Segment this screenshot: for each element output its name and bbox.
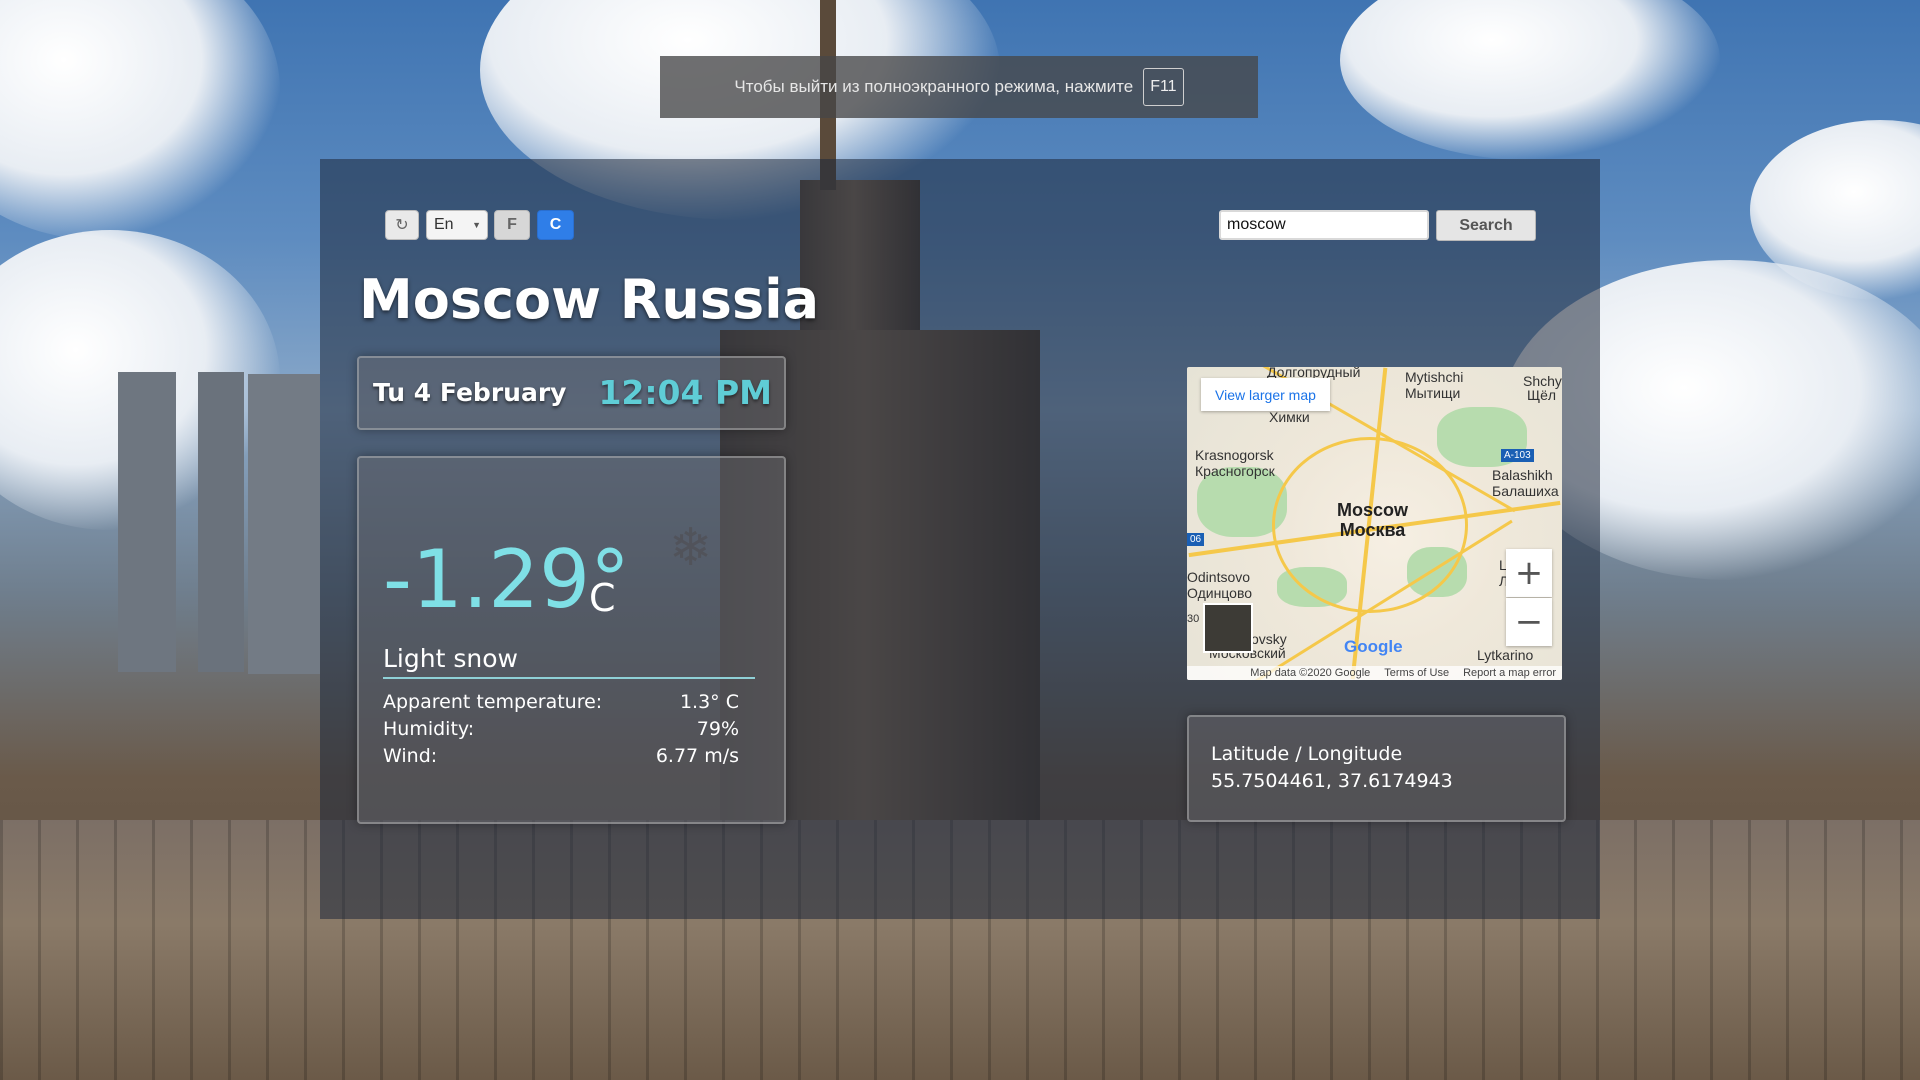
date-time-card: Tu 4 February 12:04 PM [357, 356, 786, 430]
map-label: Одинцово [1187, 585, 1253, 601]
map-data-credit: Map data ©2020 Google [1250, 667, 1371, 679]
detail-row-wind: Wind: 6.77 m/s [383, 745, 739, 767]
map-label: Balashikh [1492, 467, 1553, 483]
map-route-badge: 06 [1187, 533, 1205, 546]
temperature-unit: C [589, 576, 616, 620]
highrise [248, 374, 320, 674]
language-value: En [434, 216, 454, 233]
map-city-ru: Москва [1339, 520, 1406, 540]
map-city-en: Moscow [1337, 500, 1409, 520]
map-city-label: Moscow Москва [1337, 500, 1408, 540]
map-label: Химки [1269, 409, 1310, 425]
coordinates-card: Latitude / Longitude 55.7504461, 37.6174… [1187, 715, 1566, 822]
fullscreen-exit-banner: Чтобы выйти из полноэкранного режима, на… [660, 56, 1258, 118]
search-button[interactable]: Search [1436, 210, 1536, 241]
search-input[interactable] [1219, 210, 1429, 240]
highrise [198, 372, 244, 672]
map-label: Odintsovo [1187, 569, 1251, 585]
map-label: Mytishchi [1405, 369, 1464, 385]
report-error-link[interactable]: Report a map error [1463, 667, 1556, 679]
detail-label: Apparent temperature: [383, 691, 603, 713]
fahrenheit-button[interactable]: F [494, 210, 530, 240]
cloud [1340, 0, 1720, 160]
detail-row-humidity: Humidity: 79% [383, 718, 739, 740]
map-label: Щёл [1527, 387, 1557, 403]
refresh-button[interactable]: ↻ [385, 210, 419, 240]
terms-link[interactable]: Terms of Use [1384, 667, 1449, 679]
current-time: 12:04 PM [598, 373, 772, 412]
highrise [118, 372, 176, 672]
zoom-out-button[interactable]: − [1506, 598, 1552, 646]
fullscreen-banner-text: Чтобы выйти из полноэкранного режима, на… [734, 77, 1134, 96]
snowflake-icon: ❄ [669, 518, 713, 578]
plus-icon: + [1514, 553, 1544, 593]
weather-condition: Light snow [383, 644, 755, 679]
map-label: 30 [1187, 613, 1200, 625]
map-route-badge: A-103 [1501, 449, 1534, 462]
detail-value: 6.77 m/s [655, 745, 739, 767]
detail-value: 79% [696, 718, 739, 740]
language-select[interactable]: En ▼ [426, 210, 488, 240]
cloud [0, 0, 280, 240]
coordinates-label: Latitude / Longitude [1211, 743, 1403, 765]
refresh-icon: ↻ [395, 217, 409, 234]
current-date: Tu 4 February [373, 378, 567, 407]
view-larger-map-link[interactable]: View larger map [1201, 378, 1330, 411]
coordinates-value: 55.7504461, 37.6174943 [1211, 770, 1453, 792]
detail-label: Humidity: [383, 718, 475, 740]
celsius-button[interactable]: C [537, 210, 574, 240]
detail-label: Wind: [383, 745, 438, 767]
map-label: Мытищи [1405, 385, 1461, 401]
map-embed[interactable]: Долгопрудный Mytishchi Мытищи Shchy Щёл … [1187, 367, 1562, 680]
detail-row-apparent: Apparent temperature: 1.3° C [383, 691, 739, 713]
google-logo: Google [1344, 637, 1403, 656]
weather-card: ❄ -1.29° C Light snow Apparent temperatu… [357, 456, 786, 824]
chevron-down-icon: ▼ [472, 220, 481, 230]
detail-value: 1.3° C [679, 691, 739, 713]
minus-icon: − [1514, 602, 1544, 642]
page-title: Moscow Russia [359, 268, 820, 331]
satellite-toggle[interactable] [1203, 603, 1253, 653]
map-label: Балашиха [1492, 483, 1559, 499]
f11-key: F11 [1143, 68, 1184, 106]
zoom-in-button[interactable]: + [1506, 549, 1552, 597]
map-label: Красногорск [1195, 463, 1275, 479]
map-label: Lytkarino [1477, 647, 1534, 663]
map-footer: Map data ©2020 Google Terms of Use Repor… [1187, 666, 1562, 680]
map-label: Krasnogorsk [1195, 447, 1274, 463]
